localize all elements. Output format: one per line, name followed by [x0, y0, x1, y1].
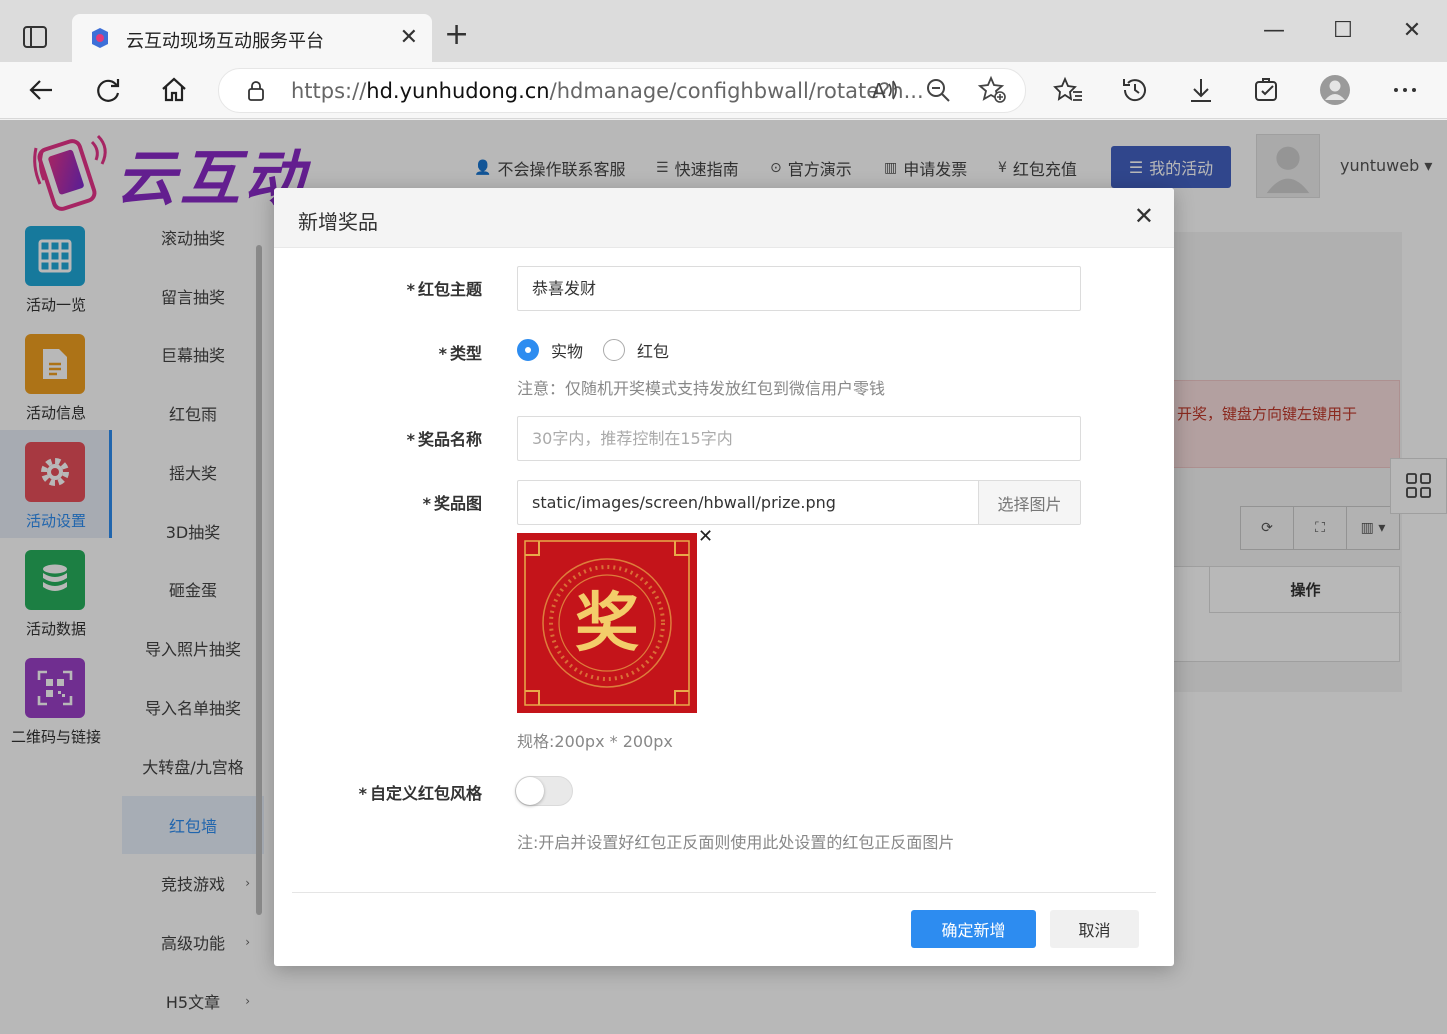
url-text: https://hd.yunhudong.cn/hdmanage/configh… — [291, 79, 924, 103]
confirm-add-button[interactable]: 确定新增 — [911, 910, 1036, 948]
tab-title: 云互动现场互动服务平台 — [126, 31, 324, 52]
browser-tab-bar: 云互动现场互动服务平台 ✕ + — ☐ ✕ — [0, 0, 1447, 62]
add-favorite-icon[interactable] — [977, 74, 1009, 106]
image-spec-note: 规格:200px * 200px — [517, 732, 673, 751]
type-label: * 类型 — [438, 344, 482, 363]
favorites-icon[interactable] — [1053, 74, 1085, 106]
url-field[interactable]: https://hd.yunhudong.cn/hdmanage/configh… — [218, 68, 1026, 113]
svg-text:A: A — [872, 79, 886, 103]
choose-image-button[interactable]: 选择图片 — [978, 481, 1080, 524]
prize-name-label: * 奖品名称 — [406, 430, 482, 449]
theme-label: * 红包主题 — [406, 280, 482, 299]
type-radio-redpacket[interactable]: 红包 — [603, 338, 669, 362]
cancel-button[interactable]: 取消 — [1050, 910, 1139, 948]
maximize-icon[interactable]: ☐ — [1328, 16, 1358, 46]
refresh-icon[interactable] — [92, 74, 124, 106]
divider — [292, 892, 1156, 893]
svg-text:奖: 奖 — [575, 587, 639, 661]
modal-header: 新增奖品 ✕ — [274, 188, 1174, 248]
tab-close-icon[interactable]: ✕ — [400, 27, 418, 49]
add-prize-modal: 新增奖品 ✕ * 红包主题 恭喜发财 * 类型 实物 红包 注意：仅随机开奖模式支持… — [274, 188, 1174, 966]
zoom-out-icon[interactable] — [922, 74, 954, 106]
remove-image-icon[interactable]: ✕ — [698, 528, 713, 546]
history-icon[interactable] — [1119, 74, 1151, 106]
home-icon[interactable] — [158, 74, 190, 106]
theme-input[interactable]: 恭喜发财 — [517, 266, 1081, 311]
modal-title: 新增奖品 — [298, 210, 378, 234]
download-icon[interactable] — [1185, 74, 1217, 106]
site-favicon-icon — [92, 28, 108, 48]
extensions-icon[interactable] — [1251, 74, 1283, 106]
browser-tab[interactable]: 云互动现场互动服务平台 ✕ — [72, 14, 432, 62]
back-icon[interactable] — [26, 74, 58, 106]
profile-icon[interactable] — [1319, 74, 1351, 106]
read-aloud-icon[interactable]: A — [869, 74, 901, 106]
type-radio-physical[interactable]: 实物 — [517, 338, 583, 362]
prize-name-input[interactable]: 30字内，推荐控制在15字内 — [517, 416, 1081, 461]
new-tab-icon[interactable]: + — [444, 20, 469, 50]
close-icon[interactable]: ✕ — [1134, 204, 1154, 228]
window-close-icon[interactable]: ✕ — [1397, 16, 1427, 46]
image-path-input[interactable]: static/images/screen/hbwall/prize.png — [518, 481, 978, 524]
address-bar: https://hd.yunhudong.cn/hdmanage/configh… — [0, 62, 1447, 119]
minimize-icon[interactable]: — — [1259, 16, 1289, 46]
lock-icon[interactable] — [245, 80, 267, 102]
tab-actions-icon[interactable] — [22, 24, 48, 50]
more-icon[interactable] — [1389, 74, 1421, 106]
custom-style-toggle[interactable] — [515, 776, 573, 806]
prize-image-preview[interactable]: 奖 — [517, 533, 697, 713]
prize-image-label: * 奖品图 — [422, 494, 482, 513]
prize-image-input: static/images/screen/hbwall/prize.png 选择… — [517, 480, 1081, 525]
custom-style-note: 注:开启并设置好红包正反面则使用此处设置的红包正反面图片 — [517, 833, 955, 852]
custom-style-label: * 自定义红包风格 — [358, 784, 482, 803]
type-note: 注意：仅随机开奖模式支持发放红包到微信用户零钱 — [517, 379, 886, 398]
